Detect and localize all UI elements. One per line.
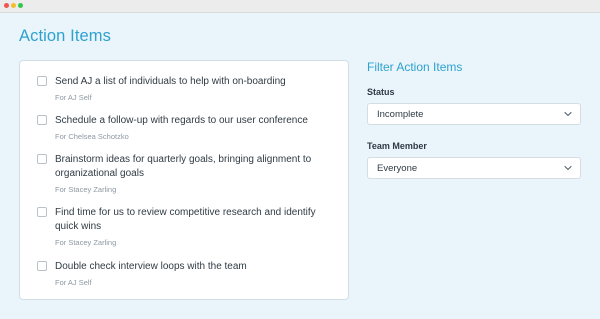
item-checkbox[interactable] bbox=[37, 207, 47, 217]
item-owner: For Stacey Zarling bbox=[55, 185, 117, 194]
maximize-window-button[interactable] bbox=[18, 3, 23, 8]
item-text: Find time for us to review competitive r… bbox=[55, 207, 316, 232]
item-checkbox[interactable] bbox=[37, 154, 47, 164]
page-title: Action Items bbox=[19, 27, 111, 45]
item-owner: For Chelsea Schotzko bbox=[55, 132, 129, 141]
status-label: Status bbox=[367, 87, 395, 97]
team-member-select[interactable]: Everyone bbox=[367, 157, 581, 179]
item-owner: For AJ Self bbox=[55, 93, 92, 102]
window-titlebar bbox=[0, 0, 600, 13]
item-checkbox[interactable] bbox=[37, 261, 47, 271]
item-text: Brainstorm ideas for quarterly goals, br… bbox=[55, 154, 312, 179]
close-window-button[interactable] bbox=[4, 3, 9, 8]
item-text: Send AJ a list of individuals to help wi… bbox=[55, 76, 286, 87]
item-checkbox[interactable] bbox=[37, 115, 47, 125]
item-text: Schedule a follow-up with regards to our… bbox=[55, 115, 308, 126]
chevron-down-icon bbox=[564, 111, 572, 117]
filter-panel-title: Filter Action Items bbox=[367, 60, 463, 74]
team-member-select-value: Everyone bbox=[377, 163, 418, 174]
item-owner: For Stacey Zarling bbox=[55, 238, 117, 247]
team-member-label: Team Member bbox=[367, 141, 427, 151]
status-select[interactable]: Incomplete bbox=[367, 103, 581, 125]
item-checkbox[interactable] bbox=[37, 76, 47, 86]
status-select-value: Incomplete bbox=[377, 109, 424, 120]
item-text: Double check interview loops with the te… bbox=[55, 261, 247, 272]
item-owner: For AJ Self bbox=[55, 278, 92, 287]
chevron-down-icon bbox=[564, 165, 572, 171]
minimize-window-button[interactable] bbox=[11, 3, 16, 8]
action-items-list: Send AJ a list of individuals to help wi… bbox=[19, 60, 349, 300]
